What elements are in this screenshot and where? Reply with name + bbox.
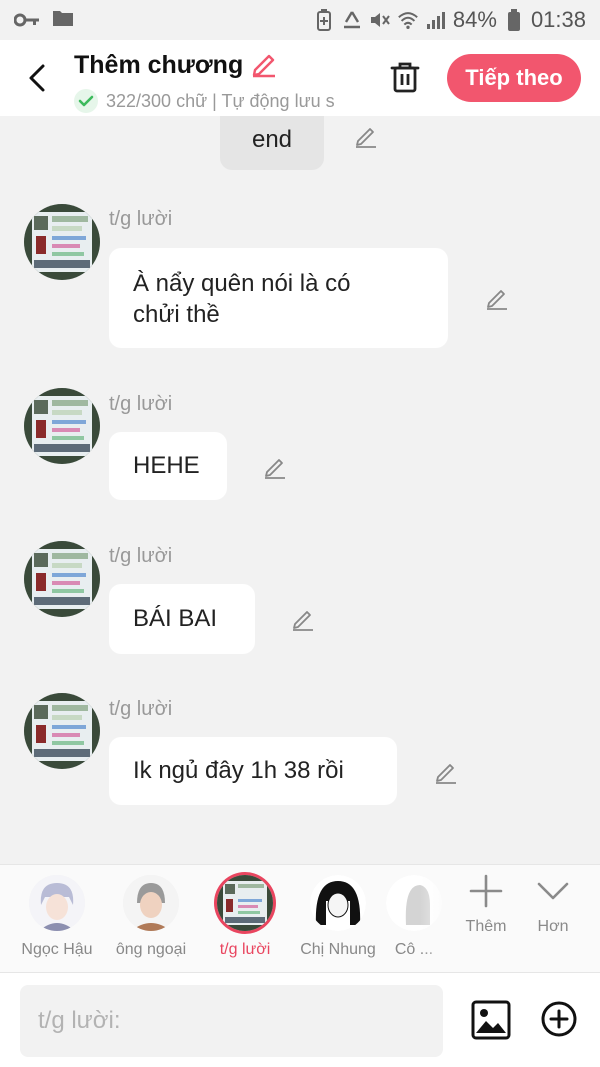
message-bubble[interactable]: BÁI BAI: [109, 584, 255, 654]
more-label: Hơn: [537, 918, 569, 935]
recycle-icon: [341, 8, 363, 32]
more-button[interactable]: Hơn: [521, 873, 585, 936]
character-name: Chị Nhung: [300, 941, 376, 958]
battery-icon: [503, 8, 525, 32]
edit-message-icon[interactable]: [289, 605, 317, 633]
insert-image-button[interactable]: [470, 999, 512, 1041]
battery-percent: 84%: [452, 7, 497, 32]
sender-name: t/g lười: [109, 698, 173, 720]
word-count-status: 322/300 chữ | Tự động lưu s: [106, 90, 335, 111]
edit-message-icon[interactable]: [483, 284, 511, 312]
message-text: Ik ngủ đây 1h 38 rồi: [133, 757, 344, 784]
character-name: ông ngoại: [115, 941, 187, 958]
narration-text: end: [251, 126, 293, 153]
next-button[interactable]: Tiếp theo: [447, 54, 581, 102]
trash-icon: [390, 62, 420, 93]
message-bubble[interactable]: Ik ngủ đây 1h 38 rồi: [109, 737, 397, 805]
chevron-down-icon: [537, 882, 569, 900]
message-input[interactable]: [20, 985, 443, 1057]
edit-title-icon[interactable]: [249, 48, 279, 83]
add-character-button[interactable]: Thêm: [454, 873, 518, 936]
message-text: BÁI BAI: [133, 605, 218, 632]
status-bar: 84% 01:38: [0, 0, 600, 40]
title-block: Thêm chương 322/300 chữ | Tự động lưu s: [74, 48, 374, 113]
avatar: [310, 875, 366, 931]
wifi-icon: [397, 8, 419, 32]
narration-bubble[interactable]: end: [220, 116, 324, 170]
edit-message-icon[interactable]: [261, 453, 289, 481]
avatar[interactable]: [24, 204, 100, 280]
character-ngoc-hau[interactable]: Ngọc Hậu: [7, 875, 107, 959]
character-chi-nhung[interactable]: Chị Nhung: [288, 875, 388, 959]
page-title: Thêm chương: [74, 51, 244, 79]
mute-icon: [369, 8, 391, 32]
image-icon: [471, 1000, 511, 1040]
message-bubble[interactable]: HEHE: [109, 432, 227, 500]
avatar[interactable]: [24, 693, 100, 769]
character-ong-ngoai[interactable]: ông ngoại: [101, 875, 201, 959]
sender-name: t/g lười: [109, 393, 173, 415]
character-name: t/g lười: [219, 941, 271, 958]
message-text: HEHE: [133, 452, 200, 479]
clock: 01:38: [530, 7, 586, 32]
chevron-left-icon: [29, 64, 45, 92]
chat-area[interactable]: end t/g lười À nẩy quên nói là có chửi t…: [0, 116, 600, 864]
character-tg-luoi[interactable]: t/g lười: [195, 875, 295, 959]
app-header: Thêm chương 322/300 chữ | Tự động lưu s …: [0, 40, 600, 116]
add-attachment-button[interactable]: [540, 1000, 578, 1038]
battery-saver-icon: [313, 8, 335, 32]
message-text-line: À nẩy quên nói là có: [133, 270, 351, 297]
back-button[interactable]: [22, 58, 52, 98]
delete-button[interactable]: [386, 58, 424, 96]
edit-message-icon[interactable]: [352, 122, 380, 150]
message-bubble[interactable]: À nẩy quên nói là có chửi thề: [109, 248, 448, 348]
add-character-label: Thêm: [465, 918, 507, 935]
avatar[interactable]: [24, 541, 100, 617]
key-icon: [13, 7, 40, 33]
avatar[interactable]: [24, 388, 100, 464]
character-picker: Ngọc Hậu ông ngoại t/g lười Chị Nhung Cô…: [0, 864, 600, 973]
signal-icon: [425, 8, 447, 32]
avatar: [29, 875, 85, 931]
avatar: [123, 875, 179, 931]
message-text-line: chửi thề: [133, 301, 220, 328]
folder-icon: [52, 7, 74, 33]
sender-name: t/g lười: [109, 545, 173, 567]
plus-icon: [469, 874, 503, 908]
composer: [0, 972, 600, 1067]
check-icon: [74, 89, 98, 113]
edit-message-icon[interactable]: [432, 758, 460, 786]
character-name: Ngọc Hậu: [21, 941, 93, 958]
sender-name: t/g lười: [109, 208, 173, 230]
plus-circle-icon: [541, 1001, 577, 1037]
avatar: [217, 875, 273, 931]
